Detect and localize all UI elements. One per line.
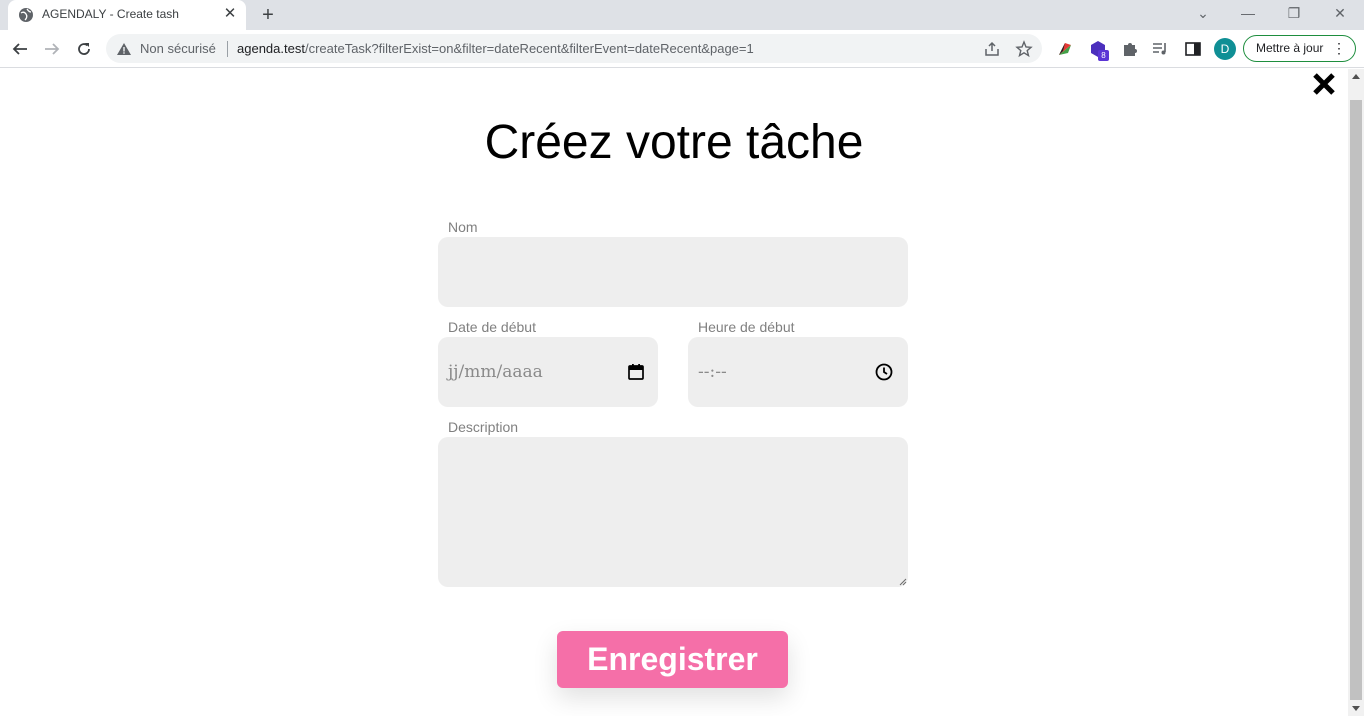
tab-search-icon[interactable]: ⌄ — [1193, 3, 1213, 23]
scrollbar-thumb[interactable] — [1350, 100, 1362, 700]
start-date-label: Date de début — [448, 319, 536, 335]
update-button-label: Mettre à jour — [1256, 41, 1324, 55]
address-bar[interactable]: Non sécurisé agenda.test/createTask?filt… — [106, 34, 1042, 63]
browser-tab[interactable]: AGENDALY - Create tash ✕ — [8, 0, 246, 30]
description-label: Description — [448, 419, 519, 435]
separator — [227, 41, 228, 57]
extension-badge-button[interactable]: 8 — [1088, 39, 1112, 63]
save-button[interactable]: Enregistrer — [557, 631, 788, 688]
start-time-label: Heure de début — [698, 319, 795, 335]
security-status[interactable]: Non sécurisé — [140, 41, 216, 56]
extensions-puzzle-icon[interactable] — [1120, 39, 1140, 59]
share-icon[interactable] — [983, 40, 1001, 58]
url-host: agenda.test — [237, 41, 305, 56]
media-playlist-icon[interactable] — [1151, 39, 1171, 59]
scroll-up-icon[interactable] — [1352, 74, 1360, 79]
name-input[interactable] — [438, 237, 908, 307]
update-button[interactable]: Mettre à jour ⋮ — [1243, 35, 1356, 62]
minimize-icon[interactable]: — — [1238, 3, 1258, 23]
start-time-placeholder: --:-- — [698, 362, 727, 382]
tab-strip: AGENDALY - Create tash ✕ + ⌄ — ❐ ✕ — [0, 0, 1364, 30]
arrow-right-icon — [45, 43, 60, 55]
tab-title: AGENDALY - Create tash — [42, 7, 179, 21]
start-date-input[interactable]: jj/mm/aaaa — [438, 337, 658, 407]
tab-close-icon[interactable]: ✕ — [222, 6, 238, 22]
url-path: /createTask?filterExist=on&filter=dateRe… — [304, 41, 754, 56]
description-textarea[interactable] — [438, 437, 908, 587]
name-label: Nom — [448, 219, 478, 235]
more-menu-icon[interactable]: ⋮ — [1332, 36, 1346, 61]
clock-icon[interactable] — [874, 362, 894, 382]
window-close-icon[interactable]: ✕ — [1330, 3, 1350, 23]
close-x-icon[interactable] — [1311, 71, 1337, 97]
bookmark-star-icon[interactable] — [1015, 40, 1033, 58]
restore-icon[interactable]: ❐ — [1284, 3, 1304, 23]
page-scrollbar[interactable] — [1348, 69, 1364, 716]
arrow-left-icon — [12, 43, 27, 55]
warning-icon — [117, 43, 131, 55]
globe-icon — [19, 8, 33, 22]
page-title: Créez votre tâche — [484, 116, 864, 169]
url-text[interactable]: agenda.test/createTask?filterExist=on&fi… — [237, 41, 754, 56]
calendar-icon[interactable] — [626, 362, 646, 382]
forward-button[interactable] — [41, 38, 63, 60]
new-tab-button[interactable]: + — [258, 5, 278, 25]
scroll-down-icon[interactable] — [1352, 706, 1360, 711]
reload-icon — [78, 43, 90, 55]
browser-toolbar: Non sécurisé agenda.test/createTask?filt… — [0, 30, 1364, 68]
reload-button[interactable] — [73, 38, 95, 60]
page-viewport: Créez votre tâche Nom Date de début jj/m… — [0, 69, 1348, 716]
extension-badge-count: 8 — [1098, 50, 1109, 61]
start-time-input[interactable]: --:-- — [688, 337, 908, 407]
side-panel-icon[interactable] — [1183, 39, 1203, 59]
resize-grip-icon[interactable] — [899, 578, 907, 586]
back-button[interactable] — [9, 38, 31, 60]
start-date-placeholder: jj/mm/aaaa — [448, 362, 543, 382]
profile-avatar[interactable]: D — [1214, 38, 1236, 60]
extension-colorful-icon[interactable] — [1055, 39, 1075, 59]
